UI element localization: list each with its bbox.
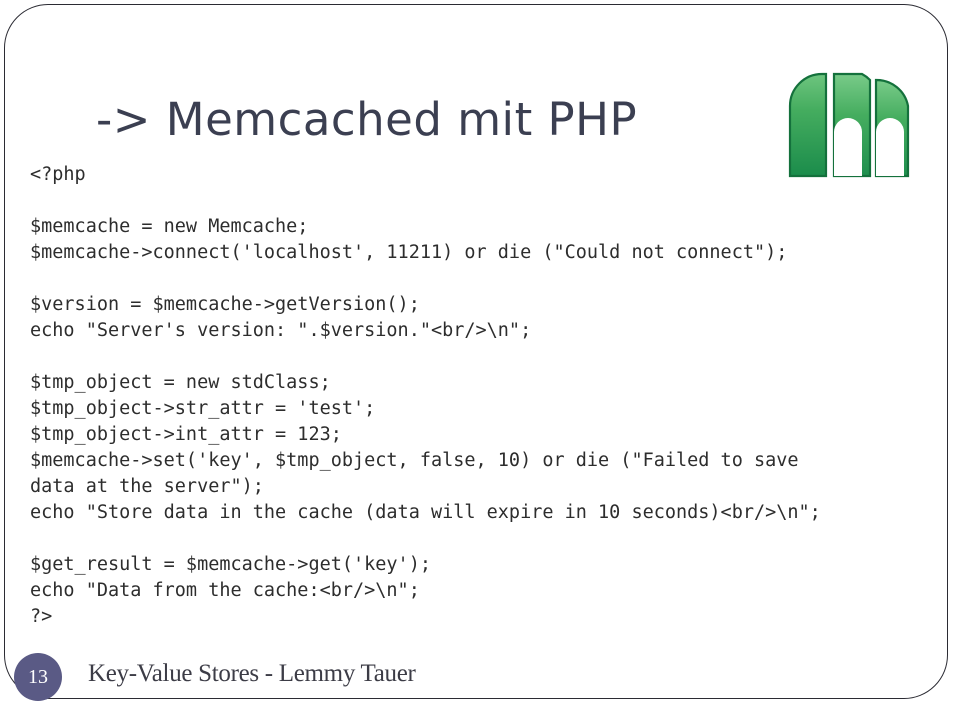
code-line: ?>: [30, 605, 53, 627]
code-line: $tmp_object->int_attr = 123;: [30, 423, 342, 445]
php-code-block: <?php $memcache = new Memcache; $memcache…: [30, 162, 948, 630]
code-line: $version = $memcache->getVersion();: [30, 293, 420, 315]
code-line: echo "Data from the cache:<br/>\n";: [30, 579, 420, 601]
slide-canvas: -> Memcached mit PHP <?php $memcache = n…: [0, 0, 960, 714]
code-line: echo "Store data in the cache (data will…: [30, 501, 821, 523]
code-line: data at the server");: [30, 475, 264, 497]
slide-number-badge: 13: [14, 653, 62, 701]
code-line: <?php: [30, 163, 86, 185]
code-line: $memcache->set('key', $tmp_object, false…: [30, 449, 799, 471]
code-line: $tmp_object->str_attr = 'test';: [30, 397, 376, 419]
code-line: $tmp_object = new stdClass;: [30, 371, 331, 393]
code-line: $get_result = $memcache->get('key');: [30, 553, 431, 575]
code-line: echo "Server's version: ".$version."<br/…: [30, 319, 532, 341]
page-title: -> Memcached mit PHP: [96, 93, 638, 147]
code-line: $memcache = new Memcache;: [30, 215, 309, 237]
footer-title: Key-Value Stores - Lemmy Tauer: [88, 660, 416, 687]
code-line: $memcache->connect('localhost', 11211) o…: [30, 241, 788, 263]
